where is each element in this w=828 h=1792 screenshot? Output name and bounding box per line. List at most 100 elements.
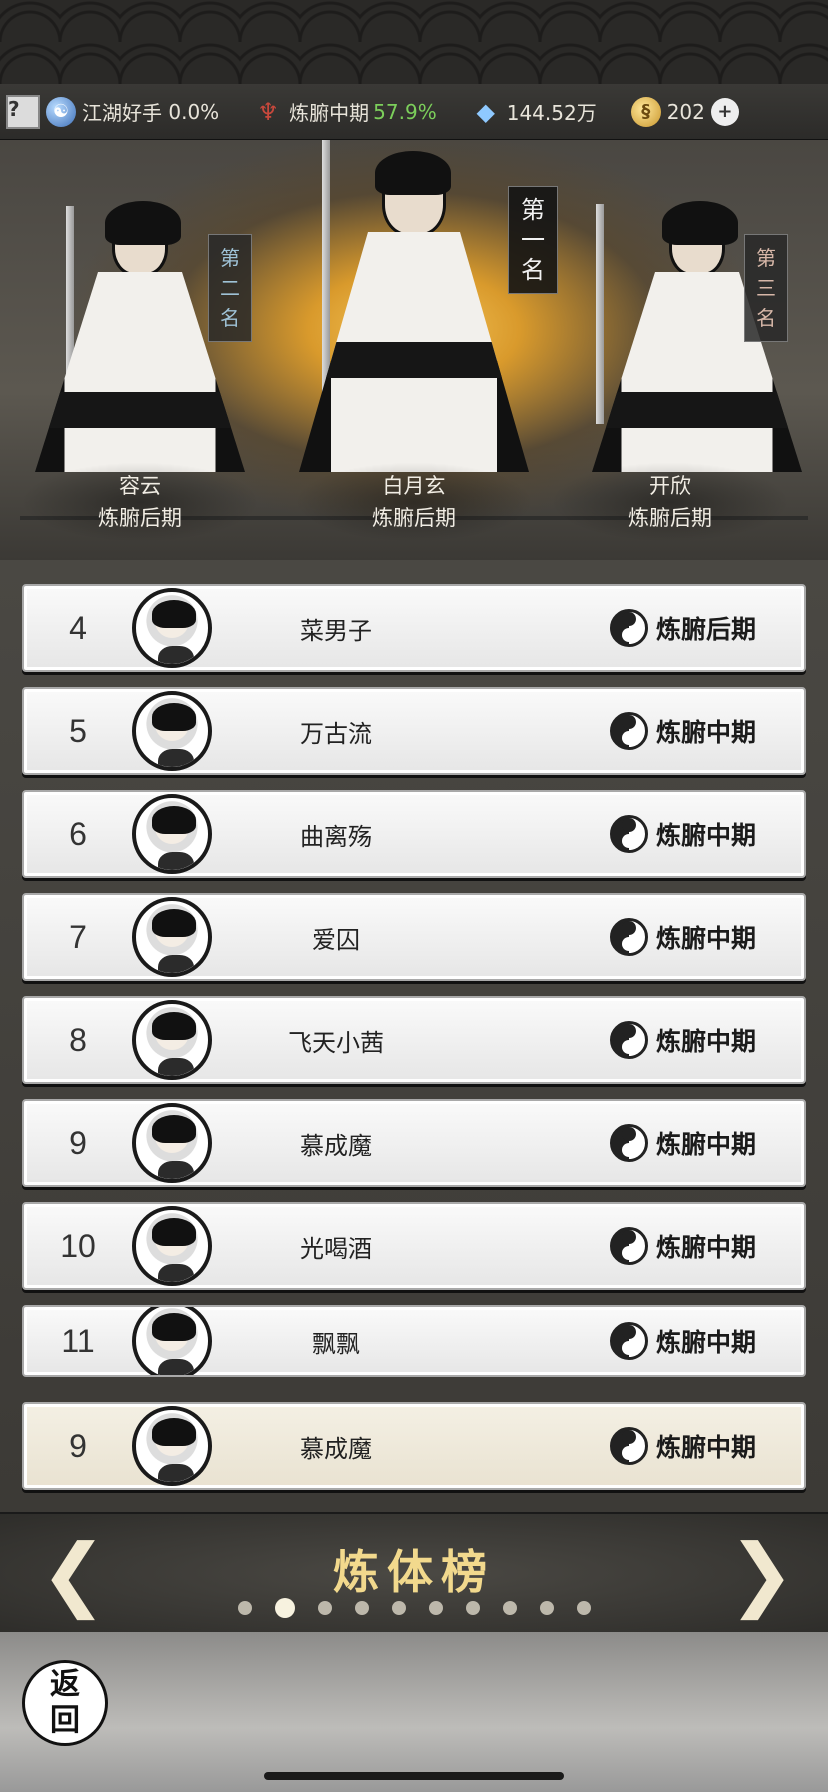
ranking-row[interactable]: 10 光喝酒 炼腑中期	[22, 1202, 806, 1290]
leaderboard-tab-switcher: ❮ 炼体榜 ❯	[0, 1512, 828, 1632]
yin-yang-icon	[609, 815, 648, 853]
page-dot[interactable]	[540, 1601, 554, 1615]
page-dot[interactable]	[503, 1601, 517, 1615]
avatar[interactable]	[132, 1103, 212, 1183]
realm-badge: 炼腑中期	[609, 712, 756, 750]
third-place-banner: 第三名	[744, 234, 788, 342]
realm-badge: 炼腑中期	[609, 815, 756, 853]
my-ranking-row[interactable]: 9 慕成魔 炼腑中期	[22, 1402, 806, 1490]
first-place-figure[interactable]	[294, 151, 534, 472]
second-place-name: 容云	[119, 474, 161, 498]
yin-yang-icon	[609, 1227, 648, 1265]
yin-yang-icon	[609, 1124, 648, 1162]
back-button[interactable]: 返 回	[22, 1660, 108, 1746]
ranking-row[interactable]: 5 万古流 炼腑中期	[22, 687, 806, 775]
realm-badge: 炼腑中期	[609, 1227, 756, 1265]
crystal-resource: ◆ 144.52万	[471, 97, 597, 127]
help-icon[interactable]: ?	[6, 94, 40, 129]
second-place-banner: 第二名	[208, 234, 252, 342]
home-indicator[interactable]	[264, 1772, 564, 1780]
reputation-resource: ☯ 江湖好手 0.0%	[46, 96, 220, 127]
row-rank: 9	[69, 1427, 87, 1464]
page-dot[interactable]	[429, 1601, 443, 1615]
add-coin-button[interactable]: +	[710, 97, 739, 126]
trident-icon: ♆	[257, 97, 279, 126]
ranking-list[interactable]: 4 菜男子 炼腑后期 5 万古流 炼腑中期 6 曲离殇 炼腑中期 7 爱囚 炼腑…	[0, 560, 828, 1512]
avatar[interactable]	[132, 1206, 212, 1286]
ranking-row[interactable]: 7 爱囚 炼腑中期	[22, 893, 806, 981]
avatar[interactable]	[132, 691, 212, 771]
realm-badge: 炼腑后期	[609, 609, 756, 647]
character-body	[299, 232, 529, 472]
row-rank: 10	[60, 1227, 96, 1264]
board-title: 炼体榜	[333, 1545, 495, 1599]
realm-badge: 炼腑中期	[609, 1427, 756, 1465]
page-dot-active[interactable]	[275, 1598, 295, 1618]
avatar[interactable]	[132, 588, 212, 668]
crystal-icon: ◆	[476, 97, 495, 126]
realm-badge: 炼腑中期	[609, 918, 756, 956]
row-rank: 6	[69, 815, 87, 852]
first-place-banner: 第一名	[508, 186, 558, 294]
coin-value: 202	[666, 99, 705, 124]
avatar[interactable]	[132, 1406, 212, 1486]
player-name: 曲离殇	[300, 822, 372, 851]
third-place-nameplate: 开欣 炼腑后期	[550, 462, 790, 542]
avatar[interactable]	[132, 1000, 212, 1080]
page-dot[interactable]	[355, 1601, 369, 1615]
ranking-row[interactable]: 11 飘飘 炼腑中期	[22, 1305, 806, 1377]
third-place-name: 开欣	[649, 474, 691, 498]
first-place-name: 白月玄	[382, 474, 446, 498]
yin-yang-icon	[609, 712, 648, 750]
page-dot[interactable]	[466, 1601, 480, 1615]
yin-yang-icon	[609, 1021, 648, 1059]
realm-badge: 炼腑中期	[609, 1124, 756, 1162]
player-name: 万古流	[300, 719, 372, 748]
row-rank: 4	[69, 609, 87, 646]
top-three-podium: 第二名 第一名 第三名 容云 炼腑后期 白月玄 炼腑后期 开欣 炼腑后期	[0, 140, 828, 560]
third-place-realm: 炼腑后期	[628, 506, 712, 530]
coin-icon: §	[630, 96, 661, 127]
page-dot[interactable]	[577, 1601, 591, 1615]
page-indicator	[238, 1598, 614, 1618]
ranking-row[interactable]: 8 飞天小茜 炼腑中期	[22, 996, 806, 1084]
next-board-button[interactable]: ❯	[728, 1534, 795, 1614]
resource-bar: ? ☯ 江湖好手 0.0% ♆ 炼腑中期 57.9% ◆ 144.52万 § 20…	[0, 84, 828, 140]
second-place-realm: 炼腑后期	[98, 506, 182, 530]
second-place-nameplate: 容云 炼腑后期	[20, 462, 260, 542]
reputation-value: 0.0%	[168, 99, 220, 124]
realm-badge: 炼腑中期	[609, 1021, 756, 1059]
player-name: 慕成魔	[300, 1131, 372, 1160]
yin-yang-icon	[609, 1427, 648, 1465]
ranking-row[interactable]: 9 慕成魔 炼腑中期	[22, 1099, 806, 1187]
first-place-realm: 炼腑后期	[372, 506, 456, 530]
player-name: 飞天小茜	[288, 1028, 384, 1057]
page-dot[interactable]	[392, 1601, 406, 1615]
realm-progress: 57.9%	[373, 99, 437, 124]
footer: 返 回	[0, 1632, 828, 1792]
character-head	[375, 151, 451, 236]
reputation-label: 江湖好手	[82, 101, 162, 125]
crystal-value: 144.52万	[506, 101, 597, 125]
avatar[interactable]	[132, 794, 212, 874]
coin-resource: § 202 +	[630, 96, 745, 127]
avatar[interactable]	[132, 897, 212, 977]
yin-yang-icon	[609, 609, 648, 647]
row-rank: 7	[69, 918, 87, 955]
realm-badge: 炼腑中期	[609, 1322, 756, 1360]
row-rank: 11	[61, 1322, 95, 1359]
first-place-nameplate: 白月玄 炼腑后期	[294, 462, 534, 542]
realm-resource: ♆ 炼腑中期 57.9%	[253, 97, 437, 127]
character-head	[662, 201, 738, 276]
page-dot[interactable]	[238, 1601, 252, 1615]
taiji-icon: ☯	[46, 96, 76, 127]
avatar[interactable]	[132, 1307, 212, 1375]
page-dot[interactable]	[318, 1601, 332, 1615]
ranking-row[interactable]: 6 曲离殇 炼腑中期	[22, 790, 806, 878]
player-name: 爱囚	[312, 925, 360, 954]
player-name: 飘飘	[312, 1329, 360, 1358]
yin-yang-icon	[609, 918, 648, 956]
player-name: 光喝酒	[300, 1234, 372, 1263]
ranking-row[interactable]: 4 菜男子 炼腑后期	[22, 584, 806, 672]
row-rank: 8	[69, 1021, 87, 1058]
